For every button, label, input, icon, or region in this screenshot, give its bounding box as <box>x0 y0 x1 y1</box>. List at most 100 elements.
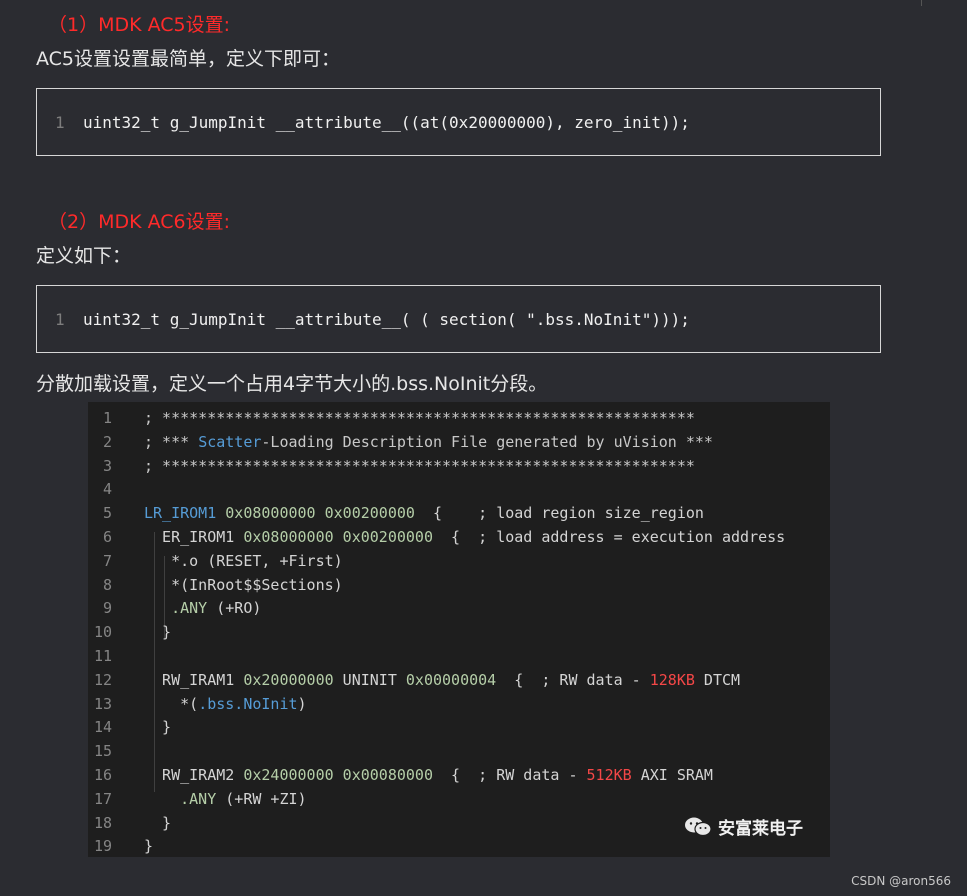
ac5-description: AC5设置设置最简单，定义下即可： <box>36 48 341 70</box>
code-line: 2 ; *** Scatter-Loading Description File … <box>88 431 830 455</box>
scatter-description: 分散加载设置，定义一个占用4字节大小的.bss.NoInit分段。 <box>36 373 548 395</box>
line-number: 5 <box>102 504 112 523</box>
code-text[interactable]: uint32_t g_JumpInit __attribute__( ( sec… <box>83 310 690 329</box>
line-text: *.o (RESET, +First) <box>144 550 343 574</box>
code-token: } <box>144 718 172 737</box>
code-line: 3 ; *************************************… <box>88 455 830 479</box>
line-text: LR_IROM1 0x08000000 0x00200000 { ; load … <box>144 502 704 526</box>
line-number: 7 <box>102 551 112 570</box>
code-token: DTCM <box>694 670 741 689</box>
code-token: { ; RW data - <box>496 670 650 689</box>
ac6-code-block[interactable]: 1 uint32_t g_JumpInit __attribute__( ( s… <box>36 285 881 353</box>
code-token: *(InRoot$$Sections) <box>144 575 343 594</box>
line-text: RW_IRAM1 0x20000000 UNINIT 0x00000004 { … <box>144 669 740 693</box>
line-number: 3 <box>102 456 112 475</box>
line-text: ER_IROM1 0x08000000 0x00200000 { ; load … <box>144 526 785 550</box>
line-text: ; **************************************… <box>144 455 695 479</box>
code-token: Scatter <box>198 432 262 451</box>
code-token: ; *** <box>144 432 199 451</box>
code-text[interactable]: uint32_t g_JumpInit __attribute__((at(0x… <box>83 113 690 132</box>
code-token: .ANY <box>144 789 217 808</box>
code-token: 128KB <box>649 670 695 689</box>
code-line: 12 RW_IRAM1 0x20000000 UNINIT 0x00000004… <box>88 669 830 693</box>
line-number: 10 <box>93 623 112 642</box>
code-line: 19} <box>88 835 830 857</box>
code-token: UNINIT <box>333 670 397 689</box>
line-text: } <box>144 812 171 836</box>
code-line: 14 } <box>88 716 830 740</box>
line-number: 4 <box>102 480 112 499</box>
line-text: } <box>144 835 153 857</box>
code-token: .bss.NoInit <box>198 694 298 713</box>
line-number: 14 <box>93 718 112 737</box>
line-number: 1 <box>55 310 65 329</box>
code-token: 0x08000000 0x00200000 <box>234 528 433 546</box>
code-line: 13 *(.bss.NoInit) <box>88 693 830 717</box>
line-text: RW_IRAM2 0x24000000 0x00080000 { ; RW da… <box>144 764 713 788</box>
code-line: 1 ; *************************************… <box>88 407 830 431</box>
code-token: 512KB <box>586 766 632 784</box>
code-line: 7 *.o (RESET, +First) <box>88 550 830 574</box>
line-number: 6 <box>102 528 112 546</box>
line-number: 2 <box>102 432 112 451</box>
line-text: .ANY (+RW +ZI) <box>144 788 306 812</box>
code-line: 15 <box>88 740 830 764</box>
code-line: 18 } <box>88 812 830 836</box>
line-number: 15 <box>93 742 112 761</box>
line-text: } <box>144 716 171 740</box>
code-token: LR_IROM1 <box>144 504 217 523</box>
code-token: ; **************************************… <box>144 409 695 427</box>
code-line: 10 } <box>88 621 830 645</box>
code-line: 6 ER_IROM1 0x08000000 0x00200000 { ; loa… <box>88 526 830 550</box>
ac5-code-block[interactable]: 1 uint32_t g_JumpInit __attribute__((at(… <box>36 88 881 156</box>
code-token: *.o (RESET, +First) <box>144 551 343 570</box>
line-text: } <box>144 621 171 645</box>
code-line: 5 LR_IROM1 0x08000000 0x00200000 { ; load… <box>88 502 830 526</box>
code-token: ER_IROM1 <box>144 528 235 546</box>
line-text: ; *** Scatter-Loading Description File g… <box>144 431 713 455</box>
line-number: 12 <box>93 670 112 689</box>
line-text: ; **************************************… <box>144 407 695 431</box>
line-number: 16 <box>93 766 112 784</box>
code-token: 0x08000000 0x00200000 <box>216 504 415 523</box>
line-number: 13 <box>93 694 112 713</box>
code-line: 16 RW_IRAM2 0x24000000 0x00080000 { ; RW… <box>88 764 830 788</box>
code-token: RW_IRAM1 <box>144 670 235 689</box>
code-token: -Loading Description File generated by u… <box>261 432 713 451</box>
code-token: ) <box>297 694 307 713</box>
code-token: *( <box>144 694 199 713</box>
code-token: { ; load address = execution address <box>433 528 786 546</box>
line-text: *(InRoot$$Sections) <box>144 574 343 598</box>
code-token: RW_IRAM2 <box>144 766 235 784</box>
code-token: (+RO) <box>207 599 262 618</box>
code-token: } <box>144 837 154 856</box>
code-token: .ANY <box>144 599 208 618</box>
code-token: } <box>144 623 172 642</box>
line-text: *(.bss.NoInit) <box>144 693 307 717</box>
code-token: 0x00000004 <box>396 670 497 689</box>
code-line: 9 .ANY (+RO) <box>88 597 830 621</box>
line-number: 9 <box>102 599 112 618</box>
line-number: 8 <box>102 575 112 594</box>
line-number: 11 <box>93 647 112 665</box>
code-line: 17 .ANY (+RW +ZI) <box>88 788 830 812</box>
line-number: 17 <box>93 789 112 808</box>
ac6-title: （2）MDK AC6设置: <box>48 211 231 233</box>
code-token: 0x24000000 0x00080000 <box>234 766 433 784</box>
line-number: 1 <box>102 409 112 427</box>
code-token: AXI SRAM <box>631 766 713 784</box>
line-number: 18 <box>93 813 112 832</box>
code-line: 8 *(InRoot$$Sections) <box>88 574 830 598</box>
code-token: 0x20000000 <box>234 670 334 689</box>
csdn-attribution: CSDN @aron566 <box>851 874 951 888</box>
ac5-title: （1）MDK AC5设置: <box>48 14 231 36</box>
line-number: 19 <box>93 837 112 856</box>
code-line: 11 <box>88 645 830 669</box>
code-token: ; **************************************… <box>144 456 695 475</box>
line-number: 1 <box>55 113 65 132</box>
code-token: } <box>144 813 172 832</box>
window-edge <box>921 0 922 6</box>
code-token: { ; RW data - <box>433 766 587 784</box>
scatter-file-screenshot: 安富莱电子 1; *******************************… <box>88 402 830 857</box>
ac6-description: 定义如下： <box>36 245 132 267</box>
